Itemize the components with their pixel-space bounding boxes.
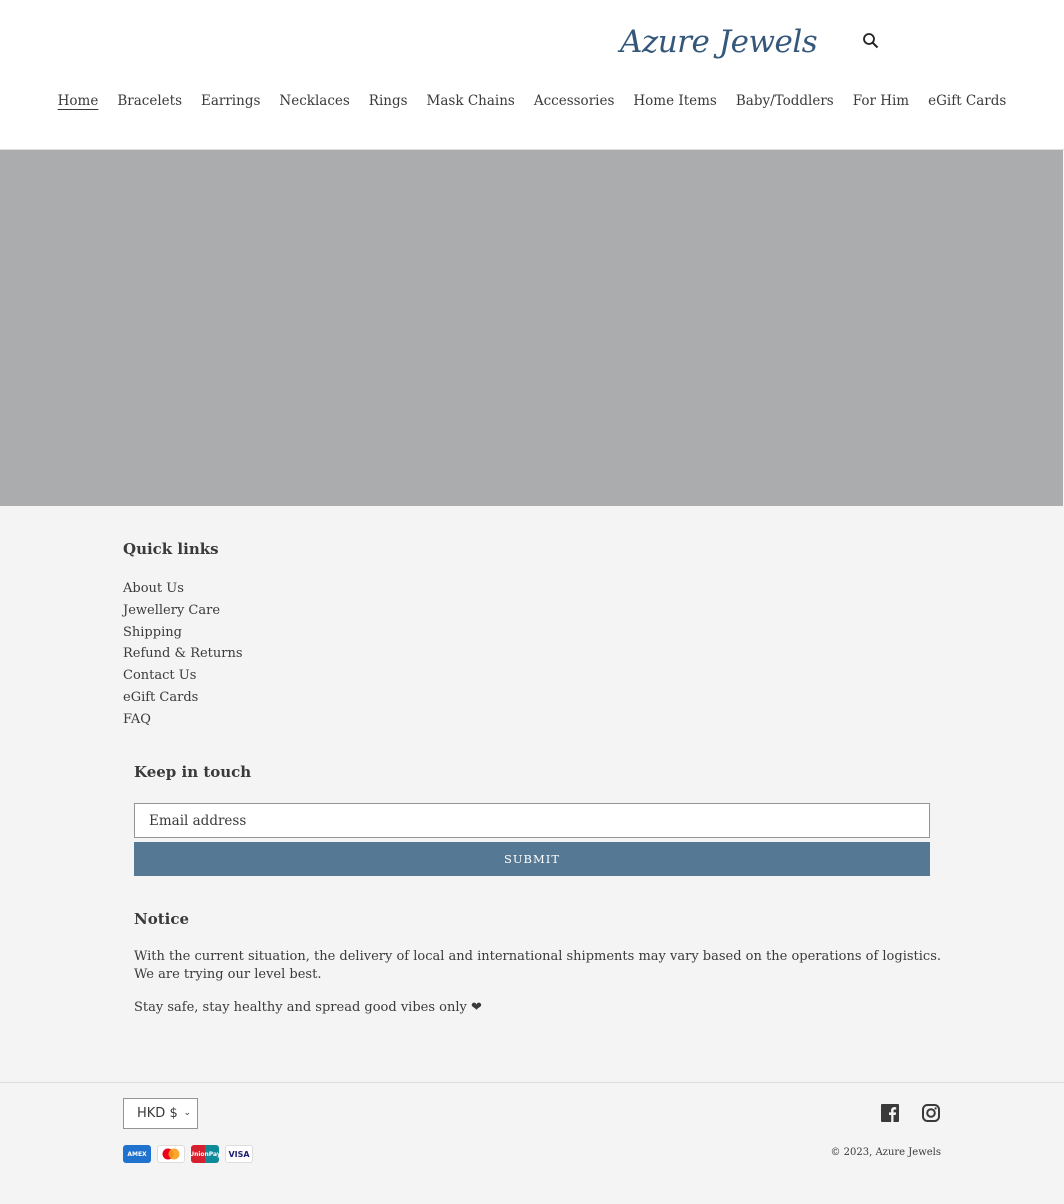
mastercard-icon <box>157 1145 185 1163</box>
nav-earrings[interactable]: Earrings <box>201 93 260 109</box>
link-faq[interactable]: FAQ <box>123 709 243 731</box>
notice-title: Notice <box>134 910 190 928</box>
notice-text-2: Stay safe, stay healthy and spread good … <box>134 1000 482 1015</box>
facebook-icon[interactable] <box>881 1104 899 1122</box>
footer-divider <box>0 1082 1064 1083</box>
currency-value: HKD $ <box>137 1106 178 1121</box>
nav-bracelets[interactable]: Bracelets <box>117 93 182 109</box>
logo[interactable]: Azure Jewels <box>620 24 818 60</box>
nav-rings[interactable]: Rings <box>369 93 408 109</box>
nav-for-him[interactable]: For Him <box>853 93 909 109</box>
nav-accessories[interactable]: Accessories <box>534 93 615 109</box>
link-about-us[interactable]: About Us <box>123 578 243 600</box>
amex-icon: AMEX <box>123 1145 151 1163</box>
currency-select[interactable]: HKD $ ⌄ <box>123 1098 198 1129</box>
main-nav: Home Bracelets Earrings Necklaces Rings … <box>0 93 1064 109</box>
newsletter-title: Keep in touch <box>134 763 252 781</box>
nav-necklaces[interactable]: Necklaces <box>279 93 349 109</box>
copyright: © 2023, Azure Jewels <box>830 1147 941 1158</box>
site-header: Azure Jewels Home Bracelets Earrings Nec… <box>0 0 1064 150</box>
link-refund-returns[interactable]: Refund & Returns <box>123 643 243 665</box>
nav-baby-toddlers[interactable]: Baby/Toddlers <box>736 93 834 109</box>
visa-icon: VISA <box>225 1145 253 1163</box>
submit-button[interactable]: SUBMIT <box>134 842 930 876</box>
nav-mask-chains[interactable]: Mask Chains <box>427 93 515 109</box>
search-icon[interactable] <box>862 32 880 50</box>
notice-text: With the current situation, the delivery… <box>134 949 942 982</box>
email-input[interactable]: Email address <box>134 803 930 838</box>
chevron-down-icon: ⌄ <box>183 1108 191 1118</box>
nav-home[interactable]: Home <box>58 93 99 109</box>
nav-home-items[interactable]: Home Items <box>633 93 716 109</box>
newsletter: Keep in touch Email address SUBMIT <box>134 763 930 876</box>
quick-links-title: Quick links <box>123 540 219 558</box>
payment-icons: AMEX UnionPay VISA <box>123 1145 253 1163</box>
link-contact-us[interactable]: Contact Us <box>123 665 243 687</box>
hero-banner <box>0 150 1063 506</box>
link-egift-cards[interactable]: eGift Cards <box>123 687 243 709</box>
instagram-icon[interactable] <box>922 1104 940 1122</box>
nav-egift-cards[interactable]: eGift Cards <box>928 93 1006 109</box>
notice: Notice With the current situation, the d… <box>134 910 944 1017</box>
link-shipping[interactable]: Shipping <box>123 622 243 644</box>
unionpay-icon: UnionPay <box>189 1145 221 1163</box>
link-jewellery-care[interactable]: Jewellery Care <box>123 600 243 622</box>
quick-links: Quick links About Us Jewellery Care Ship… <box>123 540 243 731</box>
